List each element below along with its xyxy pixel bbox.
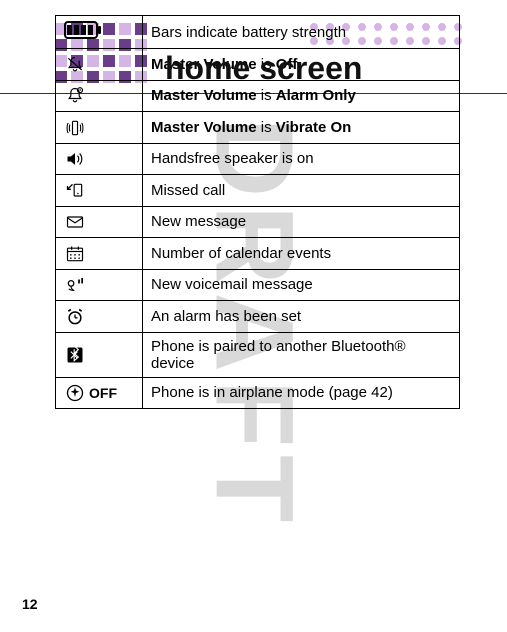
icon-cell: OFF xyxy=(56,377,143,409)
description-cell: Number of calendar events xyxy=(143,238,460,270)
description-cell: Phone is in airplane mode (page 42) xyxy=(143,377,460,409)
bluetooth-icon xyxy=(64,345,86,365)
table-row: New voicemail message xyxy=(56,269,460,301)
table-row: Master Volume is Vibrate On xyxy=(56,112,460,144)
icon-cell xyxy=(56,112,143,144)
icon-cell xyxy=(56,269,143,301)
table-row: New message xyxy=(56,206,460,238)
description-cell: New message xyxy=(143,206,460,238)
voicemail-icon xyxy=(64,275,86,295)
airplane-icon xyxy=(64,383,86,403)
speaker-icon xyxy=(64,149,86,169)
vibrate-icon xyxy=(64,118,86,138)
description-cell: Bars indicate battery strength xyxy=(143,16,460,49)
bell-alarm-icon xyxy=(64,86,86,106)
missed-call-icon xyxy=(64,181,86,201)
page-title: home screen xyxy=(165,50,362,87)
description-cell: Master Volume is Vibrate On xyxy=(143,112,460,144)
icon-cell xyxy=(56,49,143,81)
description-cell: New voicemail message xyxy=(143,269,460,301)
table-row: OFF Phone is in airplane mode (page 42) xyxy=(56,377,460,409)
bell-off-icon xyxy=(64,55,86,75)
description-cell: Handsfree speaker is on xyxy=(143,143,460,175)
icon-cell xyxy=(56,16,143,49)
page-number: 12 xyxy=(22,596,38,612)
table-row: Handsfree speaker is on xyxy=(56,143,460,175)
table-row: Phone is paired to another Bluetooth® de… xyxy=(56,332,460,377)
icon-cell xyxy=(56,332,143,377)
icon-cell xyxy=(56,80,143,112)
envelope-icon xyxy=(64,212,86,232)
table-row: Bars indicate battery strength xyxy=(56,16,460,49)
alarm-clock-icon xyxy=(64,307,86,327)
icon-extra-label: OFF xyxy=(89,385,117,401)
table-row: Number of calendar events xyxy=(56,238,460,270)
battery-icon xyxy=(64,21,98,39)
calendar-icon xyxy=(64,244,86,264)
table-row: An alarm has been set xyxy=(56,301,460,333)
table-row: Missed call xyxy=(56,175,460,207)
icon-cell xyxy=(56,175,143,207)
icon-cell xyxy=(56,238,143,270)
icon-cell xyxy=(56,143,143,175)
icon-cell xyxy=(56,206,143,238)
icon-cell xyxy=(56,301,143,333)
description-cell: Phone is paired to another Bluetooth® de… xyxy=(143,332,460,377)
description-cell: Missed call xyxy=(143,175,460,207)
description-cell: An alarm has been set xyxy=(143,301,460,333)
